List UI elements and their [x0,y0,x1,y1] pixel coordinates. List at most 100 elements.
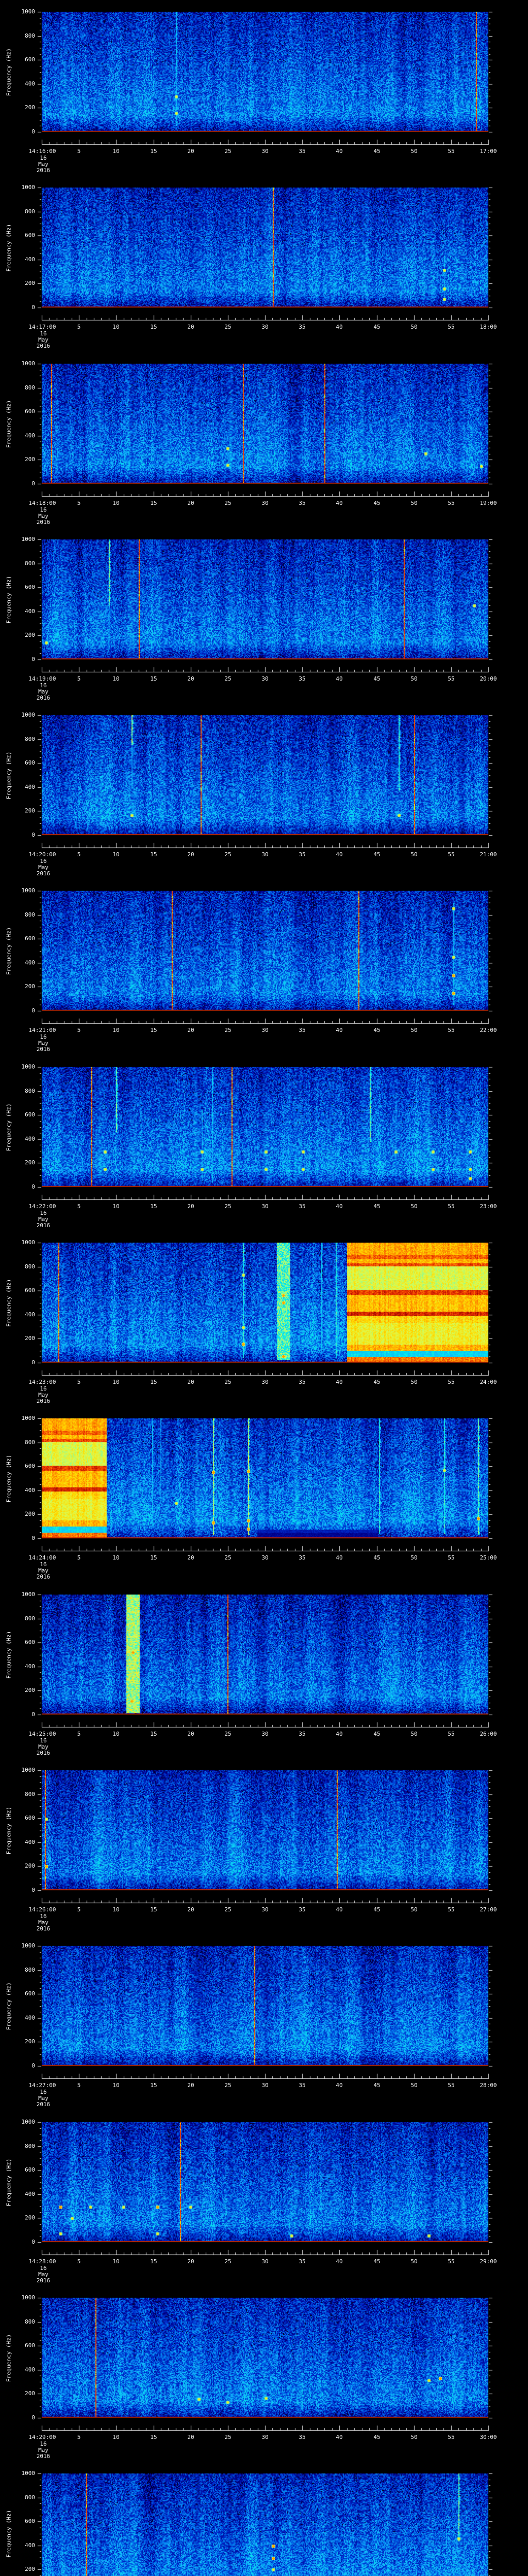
y-axis-title: Frequency (Hz) [5,1454,12,1502]
y-tick-label: 1000 [21,1591,36,1598]
y-tick-label: 600 [25,759,35,766]
x-start-date-line: 2016 [36,519,51,526]
x-tick-label: 15 [150,324,157,330]
x-end-time-label: 25:00 [480,1554,497,1561]
y-tick-label: 200 [25,983,35,990]
x-tick-label: 15 [150,1554,157,1561]
spectrogram-panel-7: Frequency (Hz) 0 200 400 600 800 1000 14:22:00 1… [0,1055,528,1231]
x-tick-label: 30 [261,851,269,858]
y-tick-label: 200 [25,2390,35,2397]
x-tick-label: 10 [112,324,120,330]
y-axis-title: Frequency (Hz) [5,1982,12,2030]
x-tick-label: 50 [410,851,418,858]
x-tick-label: 20 [187,675,194,682]
x-tick-label: 50 [410,2258,418,2265]
y-tick-label: 0 [31,1359,35,1366]
x-tick-label: 20 [187,1379,194,1385]
x-tick-label: 25 [224,1379,232,1385]
x-tick-label: 20 [187,2082,194,2089]
x-tick-label: 45 [373,148,381,155]
y-axis-title: Frequency (Hz) [5,927,12,975]
x-tick-label: 25 [224,1731,232,1737]
y-tick-label: 1000 [21,8,36,15]
x-tick-label: 30 [261,1027,269,1033]
spectrogram-panel-5: Frequency (Hz) 0 200 400 600 800 1000 14:20:00 1… [0,703,528,879]
x-tick-label: 35 [299,148,306,155]
x-tick-label: 15 [150,1203,157,1210]
y-tick-label: 200 [25,807,35,814]
y-tick-label: 400 [25,2014,35,2021]
x-tick-label: 35 [299,500,306,506]
y-axis-title: Frequency (Hz) [5,2510,12,2557]
x-tick-label: 40 [336,2258,343,2265]
x-tick-label: 50 [410,1554,418,1561]
x-start-time-label: 14:19:00 [28,675,56,682]
x-tick-label: 40 [336,1027,343,1033]
x-tick-label: 35 [299,1203,306,1210]
x-tick-label: 15 [150,1379,157,1385]
y-tick-label: 200 [25,2566,35,2572]
x-tick-label: 10 [112,148,120,155]
spectrogram-panel-13: Frequency (Hz) 0 200 400 600 800 1000 14:28:00 1… [0,2110,528,2286]
x-tick-label: 15 [150,851,157,858]
x-tick-label: 55 [448,851,455,858]
x-tick-label: 50 [410,2082,418,2089]
spectrogram-panel-3: Frequency (Hz) 0 200 400 600 800 1000 14:18:00 1… [0,352,528,528]
y-tick-label: 800 [25,384,35,391]
y-axis-title: Frequency (Hz) [5,400,12,448]
y-tick-label: 200 [25,2214,35,2221]
x-tick-label: 40 [336,148,343,155]
y-tick-label: 800 [25,1088,35,1094]
y-tick-label: 600 [25,1287,35,1294]
x-tick-label: 30 [261,1554,269,1561]
x-tick-label: 20 [187,324,194,330]
y-tick-label: 0 [31,128,35,135]
y-tick-label: 0 [31,1183,35,1190]
y-tick-label: 800 [25,2143,35,2149]
x-tick-label: 35 [299,2082,306,2089]
y-tick-label: 1000 [21,2119,36,2125]
x-start-time-label: 14:20:00 [28,851,56,858]
x-tick-label: 10 [112,675,120,682]
x-tick-label: 35 [299,324,306,330]
y-tick-label: 1000 [21,1239,36,1246]
x-tick-label: 15 [150,148,157,155]
x-tick-label: 55 [448,1027,455,1033]
y-tick-label: 0 [31,2239,35,2245]
y-tick-label: 400 [25,608,35,615]
y-tick-label: 200 [25,1335,35,1342]
x-tick-label: 20 [187,2258,194,2265]
x-tick-label: 30 [261,1203,269,1210]
x-tick-label: 25 [224,148,232,155]
x-tick-label: 50 [410,1379,418,1385]
x-tick-label: 55 [448,324,455,330]
y-tick-label: 1000 [21,2470,36,2477]
y-tick-label: 0 [31,1711,35,1718]
spectrogram-panel-10: Frequency (Hz) 0 200 400 600 800 1000 14:25:00 1… [0,1583,528,1758]
y-axis-title: Frequency (Hz) [5,2158,12,2206]
y-axis-title: Frequency (Hz) [5,2334,12,2382]
x-tick-label: 40 [336,851,343,858]
y-axis-title: Frequency (Hz) [5,1279,12,1327]
x-tick-label: 45 [373,1906,381,1913]
x-tick-label: 40 [336,1203,343,1210]
x-tick-label: 15 [150,500,157,506]
x-tick-label: 25 [224,500,232,506]
y-tick-label: 0 [31,2414,35,2421]
x-tick-label: 50 [410,148,418,155]
x-tick-label: 25 [224,1027,232,1033]
x-start-date-line: 2016 [36,1046,51,1053]
x-tick-label: 10 [112,1203,120,1210]
y-axis-title: Frequency (Hz) [5,48,12,96]
x-tick-label: 5 [77,324,81,330]
y-tick-label: 0 [31,656,35,663]
x-start-time-label: 14:28:00 [28,2258,56,2265]
x-start-time-label: 14:22:00 [28,1203,56,1210]
y-tick-label: 400 [25,80,35,87]
x-tick-label: 50 [410,2434,418,2441]
x-start-time-label: 14:25:00 [28,1731,56,1737]
x-end-time-label: 26:00 [480,1731,497,1737]
y-tick-label: 200 [25,456,35,463]
x-tick-label: 10 [112,1027,120,1033]
x-tick-label: 45 [373,2258,381,2265]
